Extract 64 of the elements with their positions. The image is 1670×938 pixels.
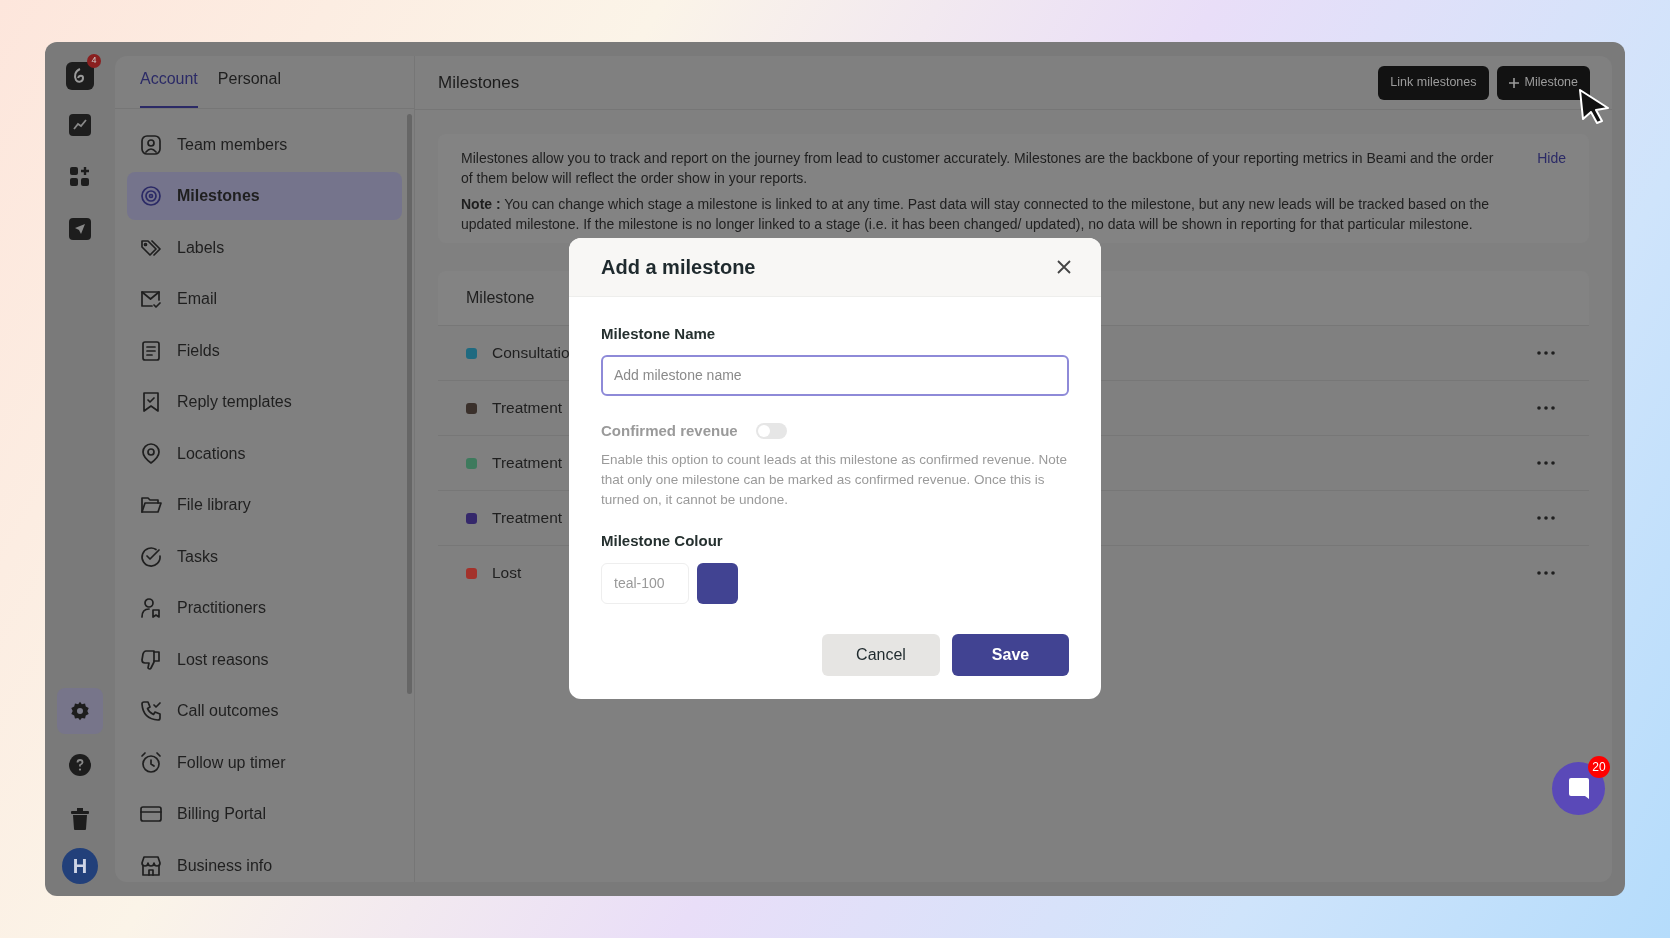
milestone-name: Treatment (492, 398, 563, 419)
store-icon (139, 853, 163, 878)
thumbdown-icon (139, 647, 163, 672)
note-text: Note : You can change which stage a milestone is linked to at any time. Past data will stay connected to the milestone, but any new leads will be tracked based on the updated milestone. If the milestone is no longer linked to a stage (i.e. it has been changed/ updated), no data will be shown in reporting for that particular milestone. (461, 195, 1491, 234)
doc-icon (139, 338, 163, 363)
person-icon (139, 596, 163, 621)
check-icon (139, 544, 163, 569)
settings-menu-item[interactable]: Tasks (127, 532, 402, 581)
phone-icon (139, 699, 163, 724)
scrollbar[interactable] (407, 114, 412, 694)
settings-menu-item[interactable]: Email (127, 274, 402, 324)
colour-swatch[interactable] (697, 562, 738, 604)
milestone-name: Consultatio (492, 343, 570, 364)
close-icon[interactable] (1055, 258, 1073, 276)
user-icon (139, 132, 163, 157)
confirmed-revenue-toggle[interactable] (755, 422, 787, 439)
settings-menu-item[interactable]: Team members (127, 120, 402, 169)
settings-menu-item[interactable]: Billing Portal (127, 789, 402, 839)
field-label: Confirmed revenue (601, 420, 738, 441)
field-label: Milestone Colour (601, 531, 724, 551)
pin-icon (139, 441, 163, 466)
more-icon[interactable] (1537, 351, 1555, 355)
field-label: Milestone Name (601, 324, 717, 344)
more-icon[interactable] (1537, 406, 1555, 410)
add-milestone-button[interactable]: Milestone (1496, 65, 1590, 100)
hide-link[interactable]: Hide (1537, 148, 1566, 168)
link-milestones-button[interactable]: Link milestones (1378, 65, 1489, 100)
settings-menu-item[interactable]: Fields (127, 326, 402, 375)
cancel-button[interactable]: Cancel (822, 633, 940, 676)
milestone-name: Treatment (492, 453, 563, 474)
cursor-icon (1578, 88, 1612, 124)
settings-menu-item[interactable]: Labels (127, 223, 402, 272)
settings-tab[interactable]: Account (140, 67, 198, 109)
settings-menu-item[interactable]: Milestones (127, 171, 402, 221)
save-button[interactable]: Save (952, 633, 1069, 676)
help-text: Enable this option to count leads at this milestone as confirmed revenue. Note that only one milestone can be marked as confirmed revenue. Once this is turned on, it cannot be undone. (601, 451, 1069, 509)
more-icon[interactable] (1537, 571, 1555, 575)
more-icon[interactable] (1537, 516, 1555, 520)
info-text: Milestones allow you to track and report on the journey from lead to customer accurately. Milestones are the backbone of your reporting metrics in Beami and the order of them below will reflect the order show in your reports. (461, 149, 1495, 188)
column-header: Milestone (466, 288, 535, 308)
user-avatar[interactable]: H (62, 848, 98, 884)
settings-icon[interactable] (57, 688, 103, 734)
dialog-title: Add a milestone (601, 255, 756, 280)
milestone-name: Treatment (492, 508, 563, 529)
settings-menu-item[interactable]: Follow up timer (127, 738, 402, 787)
chat-bubble-icon (1567, 776, 1590, 801)
milestone-name-field[interactable]: Add milestone name (601, 354, 1069, 396)
milestone-name: Lost (492, 563, 522, 584)
settings-tab[interactable]: Personal (217, 67, 281, 109)
settings-menu-item[interactable]: Locations (127, 429, 402, 478)
settings-menu-item[interactable]: File library (127, 480, 402, 530)
settings-menu-item[interactable]: Practitioners (127, 583, 402, 633)
settings-menu-item[interactable]: Business info (127, 841, 402, 882)
app-logo[interactable] (66, 62, 94, 90)
settings-menu-item[interactable]: Lost reasons (127, 635, 402, 684)
settings-menu-item[interactable]: Call outcomes (127, 686, 402, 736)
notification-badge: 4 (87, 54, 101, 68)
more-icon[interactable] (1537, 461, 1555, 465)
settings-menu-item[interactable]: Reply templates (127, 377, 402, 427)
alarm-icon (139, 750, 163, 775)
colour-field[interactable]: teal-100 (601, 562, 689, 604)
target-icon (139, 184, 163, 209)
page-title: Milestones (438, 71, 520, 94)
plus-icon (1508, 77, 1519, 88)
